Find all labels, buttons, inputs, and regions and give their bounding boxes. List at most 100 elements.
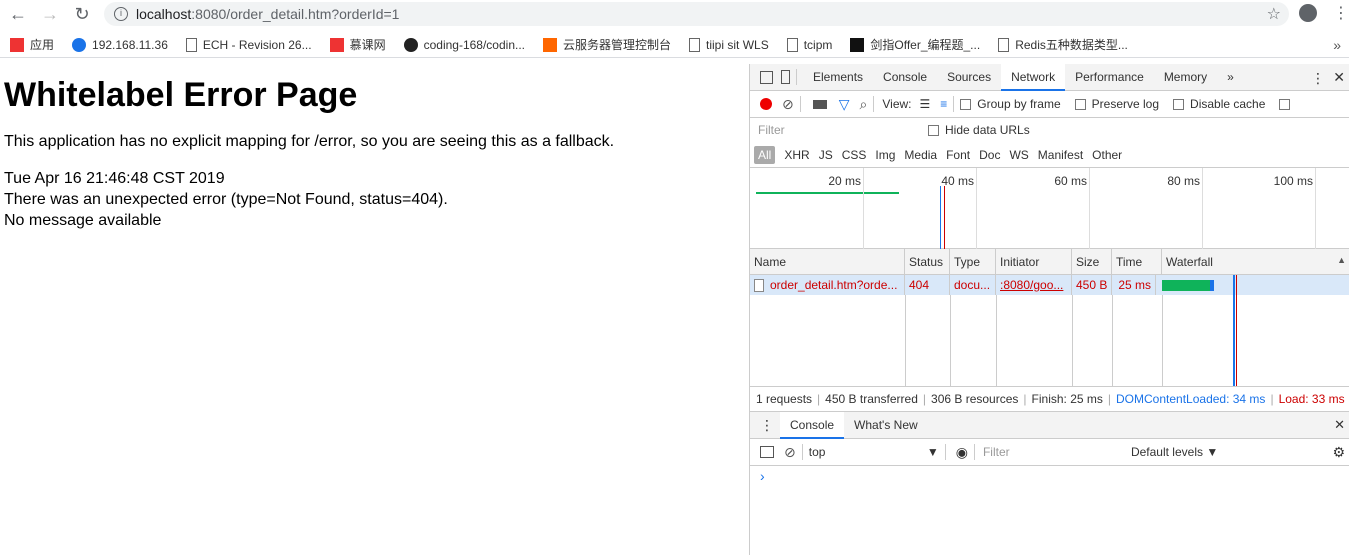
- close-drawer-icon[interactable]: ✕: [1334, 417, 1345, 433]
- column-header-size[interactable]: Size: [1072, 249, 1112, 275]
- type-filter-font[interactable]: Font: [946, 148, 970, 162]
- bookmark-item[interactable]: 192.168.11.36: [72, 37, 168, 52]
- network-filter-input[interactable]: Filter: [754, 120, 914, 140]
- forward-icon[interactable]: →: [37, 1, 63, 27]
- menu-kebab-icon[interactable]: ⋮: [1333, 3, 1349, 23]
- console-filter-input[interactable]: Filter: [983, 445, 1123, 459]
- table-row[interactable]: order_detail.htm?orde... 404 docu... :80…: [750, 275, 1349, 295]
- summary-finish: Finish: 25 ms: [1031, 392, 1103, 406]
- type-filter-xhr[interactable]: XHR: [784, 148, 809, 162]
- bookmarks-overflow-button[interactable]: »: [1333, 37, 1341, 53]
- type-filter-all[interactable]: All: [754, 145, 776, 164]
- network-toolbar: ⊘ ▽ ⌕ View: ☰ ≡ Group by frame Preserve …: [750, 91, 1349, 118]
- cell-size: 450 B: [1072, 275, 1112, 295]
- tab-elements[interactable]: Elements: [803, 64, 873, 91]
- type-filter-media[interactable]: Media: [904, 148, 937, 162]
- record-icon[interactable]: [760, 98, 772, 110]
- column-header-type[interactable]: Type: [950, 249, 996, 275]
- cell-status: 404: [905, 275, 950, 295]
- overview-request-bar: [756, 192, 899, 194]
- browser-toolbar: ← → ↻ i localhost:8080/order_detail.htm?…: [0, 0, 1349, 28]
- cell-time: 25 ms: [1112, 275, 1156, 295]
- bookmark-item[interactable]: 应用: [10, 36, 54, 53]
- device-toolbar-icon[interactable]: [781, 70, 790, 84]
- type-filter-css[interactable]: CSS: [842, 148, 867, 162]
- type-filter-js[interactable]: JS: [819, 148, 833, 162]
- tab-performance[interactable]: Performance: [1065, 64, 1154, 91]
- type-filter-manifest[interactable]: Manifest: [1038, 148, 1083, 162]
- devtools-menu-icon[interactable]: ⋮: [1311, 70, 1325, 87]
- bookmark-item[interactable]: Redis五种数据类型...: [998, 36, 1128, 53]
- cell-initiator[interactable]: :8080/goo...: [996, 275, 1072, 295]
- tab-network[interactable]: Network: [1001, 63, 1066, 91]
- type-filter-ws[interactable]: WS: [1009, 148, 1028, 162]
- tab-memory[interactable]: Memory: [1154, 64, 1217, 91]
- waterfall-load-line: [1236, 275, 1237, 386]
- back-icon[interactable]: ←: [5, 1, 31, 27]
- cell-name[interactable]: order_detail.htm?orde...: [750, 275, 905, 295]
- info-icon[interactable]: i: [114, 7, 128, 21]
- close-devtools-icon[interactable]: ✕: [1333, 69, 1345, 86]
- bookmark-item[interactable]: tcipm: [786, 37, 833, 52]
- inspect-element-icon[interactable]: [760, 70, 773, 84]
- more-tabs-button[interactable]: »: [1217, 64, 1244, 91]
- cell-waterfall: [1156, 275, 1349, 295]
- type-filter-img[interactable]: Img: [875, 148, 895, 162]
- sort-ascending-icon[interactable]: ▲: [1337, 255, 1346, 265]
- column-header-name[interactable]: Name: [750, 249, 905, 275]
- summary-resources: 306 B resources: [931, 392, 1019, 406]
- bookmark-item[interactable]: 云服务器管理控制台: [543, 36, 671, 53]
- column-header-status[interactable]: Status: [905, 249, 950, 275]
- disable-cache-checkbox[interactable]: [1173, 98, 1185, 110]
- bookmark-star-icon[interactable]: ☆: [1267, 4, 1281, 24]
- eye-icon[interactable]: ◉: [956, 444, 968, 461]
- bookmark-label: tcipm: [803, 37, 833, 52]
- drawer-menu-icon[interactable]: ⋮: [760, 417, 774, 434]
- group-by-frame-checkbox[interactable]: [960, 98, 972, 110]
- bookmark-icon: [998, 37, 1010, 52]
- filter-icon[interactable]: ▽: [839, 96, 850, 113]
- column-divider: [1162, 295, 1163, 386]
- reload-icon[interactable]: ↻: [69, 1, 95, 27]
- bookmark-item[interactable]: tiipi sit WLS: [689, 37, 769, 52]
- clear-icon[interactable]: ⊘: [782, 96, 794, 113]
- preserve-log-checkbox[interactable]: [1074, 98, 1086, 110]
- bookmark-item[interactable]: ECH - Revision 26...: [185, 37, 312, 52]
- search-icon[interactable]: ⌕: [860, 96, 868, 113]
- address-bar[interactable]: i localhost:8080/order_detail.htm?orderI…: [104, 2, 1289, 26]
- hide-data-urls-checkbox[interactable]: [928, 124, 939, 136]
- large-rows-icon[interactable]: ☰: [920, 97, 931, 111]
- tab-console[interactable]: Console: [780, 411, 845, 439]
- tab-console[interactable]: Console: [873, 64, 937, 91]
- profile-avatar[interactable]: [1299, 4, 1317, 22]
- column-header-time[interactable]: Time: [1112, 249, 1162, 275]
- screenshot-icon[interactable]: [812, 99, 827, 109]
- type-filter-doc[interactable]: Doc: [979, 148, 1000, 162]
- document-icon: [754, 278, 764, 292]
- column-divider: [905, 295, 906, 386]
- divider: [973, 444, 975, 460]
- bookmark-item[interactable]: 慕课网: [329, 36, 386, 53]
- clear-console-icon[interactable]: ⊘: [784, 444, 796, 461]
- default-levels-dropdown[interactable]: Default levels ▼: [1131, 445, 1218, 459]
- type-filter-other[interactable]: Other: [1092, 148, 1122, 162]
- bookmark-item[interactable]: coding-168/codin...: [403, 37, 525, 52]
- column-header-initiator[interactable]: Initiator: [996, 249, 1072, 275]
- waterfall-view-icon[interactable]: ≡: [940, 97, 947, 111]
- load-marker-line: [944, 186, 945, 249]
- offline-checkbox[interactable]: [1279, 98, 1291, 110]
- drawer-tabbar: ⋮ Console What's New ✕: [750, 411, 1349, 439]
- timeline-overview: 20 ms 40 ms 60 ms 80 ms 100 ms: [750, 168, 1349, 249]
- waterfall-bar: [1162, 280, 1210, 291]
- console-settings-icon[interactable]: ⚙: [1332, 444, 1345, 461]
- column-header-waterfall[interactable]: Waterfall: [1162, 249, 1349, 275]
- cell-type: docu...: [950, 275, 996, 295]
- console-sidebar-icon[interactable]: [760, 446, 774, 458]
- url-text[interactable]: localhost:8080/order_detail.htm?orderId=…: [136, 6, 399, 22]
- divider: [801, 444, 803, 460]
- console-prompt[interactable]: ›: [760, 468, 1349, 484]
- bookmark-item[interactable]: 剑指Offer_编程题_...: [850, 36, 980, 53]
- tab-whats-new[interactable]: What's New: [844, 412, 928, 439]
- tab-sources[interactable]: Sources: [937, 64, 1001, 91]
- context-select[interactable]: top ▼: [809, 445, 939, 459]
